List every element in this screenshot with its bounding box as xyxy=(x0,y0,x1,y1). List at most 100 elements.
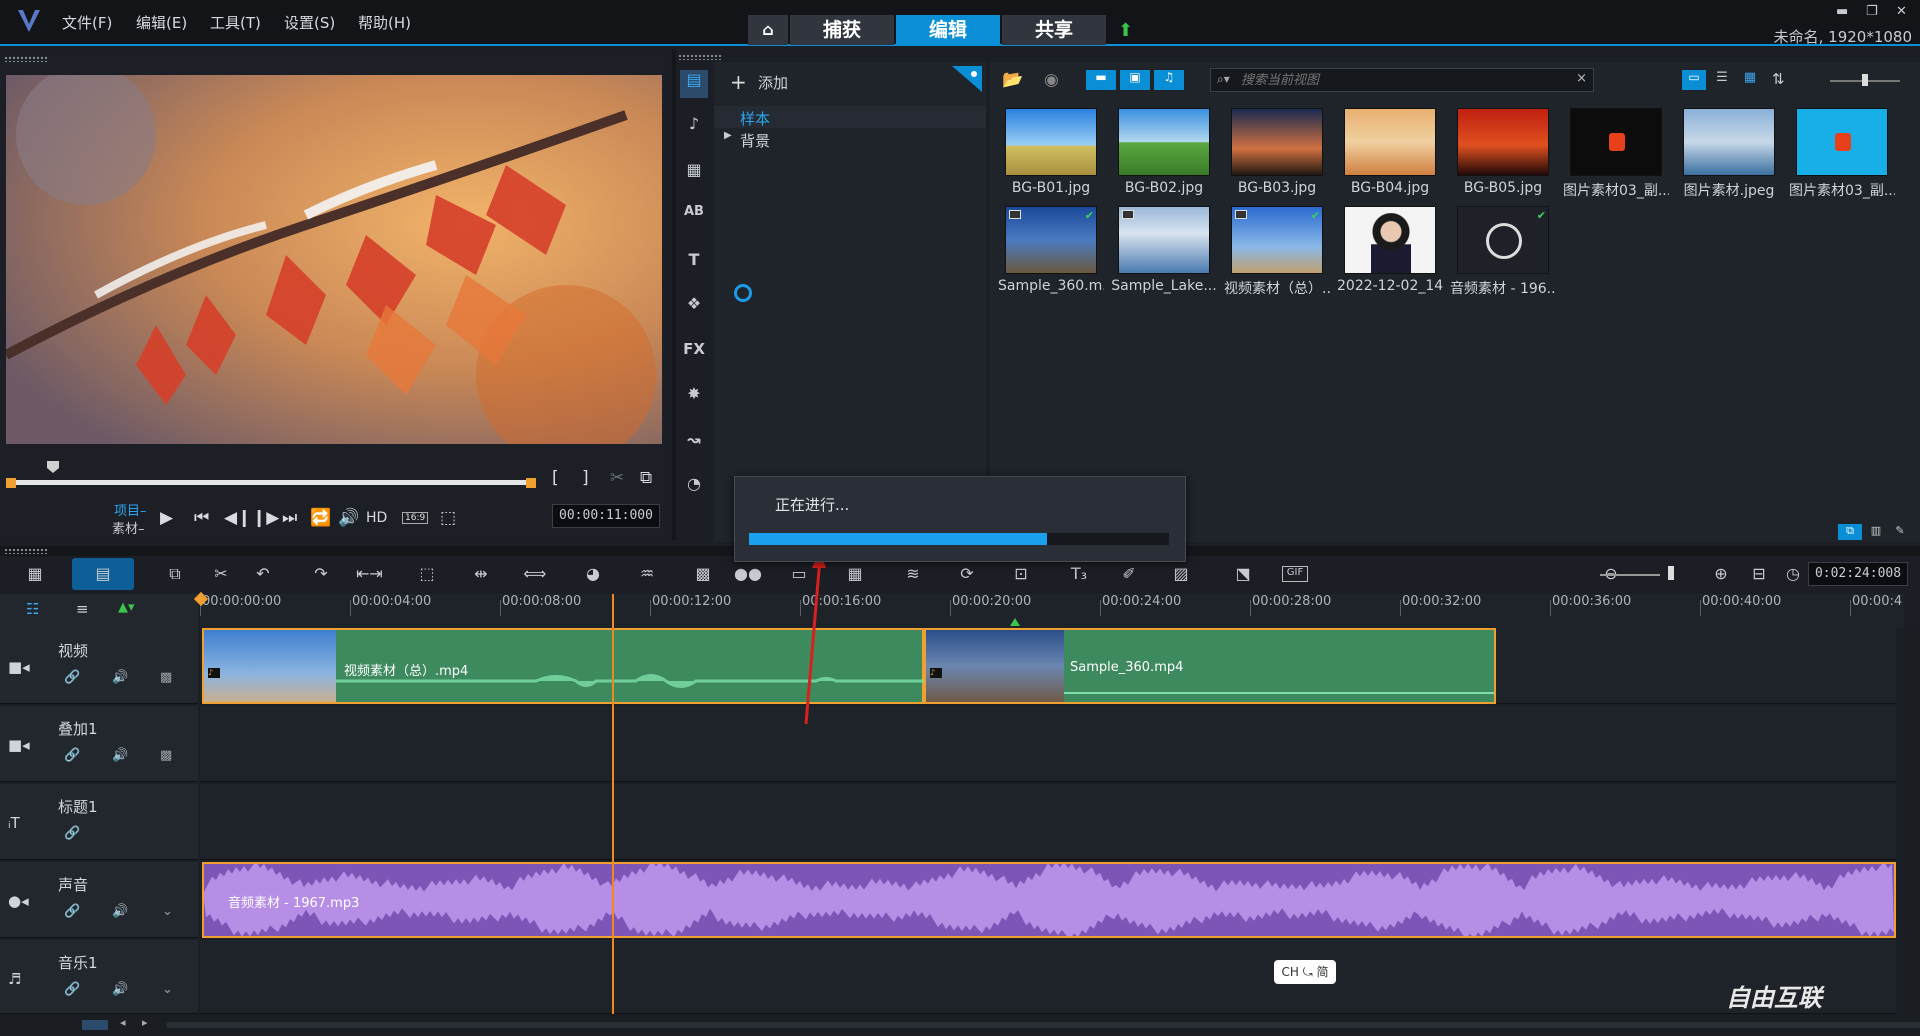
library-thumbnail[interactable]: ✔ 音频素材 - 196... xyxy=(1450,202,1556,297)
instant-project-icon[interactable]: ♪ xyxy=(680,114,708,142)
menu-help[interactable]: 帮助(H) xyxy=(358,12,411,33)
preview-scrubber[interactable] xyxy=(12,480,532,485)
restore-icon[interactable]: ❐ xyxy=(1866,4,1878,19)
volume-icon[interactable]: 🔊 xyxy=(338,508,359,528)
filter-photo-icon[interactable]: ▣ xyxy=(1120,70,1150,90)
transition-icon[interactable]: ▦ xyxy=(680,160,708,188)
track-volume-icon[interactable]: 🔊 xyxy=(112,670,128,685)
menu-file[interactable]: 文件(F) xyxy=(62,12,112,33)
storyboard-view-icon[interactable]: ▦ xyxy=(22,564,48,586)
audio-clip[interactable]: 音频素材 - 1967.mp3 xyxy=(202,862,1896,938)
skip-end-icon[interactable]: ⏭ xyxy=(282,508,297,528)
track-volume-icon[interactable]: 🔊 xyxy=(112,904,128,919)
path-icon[interactable]: ↝ xyxy=(680,430,708,458)
motion-icon[interactable]: ≋ xyxy=(900,564,926,586)
tree-item-background[interactable]: 背景 xyxy=(740,130,770,151)
timeline-ruler[interactable] xyxy=(200,594,1904,628)
library-split-icon[interactable]: ▥ xyxy=(1866,524,1886,540)
add-folder-button[interactable]: 添加 xyxy=(758,72,788,93)
library-thumbnail[interactable]: ✔ 视频素材（总）... xyxy=(1224,202,1330,297)
library-thumbnail[interactable]: 2022-12-02_14... xyxy=(1337,202,1443,296)
fit-timeline-icon[interactable]: ⇤⇥ xyxy=(356,564,383,586)
library-thumbnail[interactable]: ✔ Sample_360.m... xyxy=(998,202,1104,296)
speed-icon[interactable]: ◔ xyxy=(680,474,708,502)
library-options-icon[interactable]: ✎ xyxy=(1890,524,1910,540)
library-thumbnail[interactable]: BG-B01.jpg xyxy=(998,104,1104,198)
zoom-in-icon[interactable]: ⊕ xyxy=(1708,564,1734,586)
minimize-icon[interactable]: ▬ xyxy=(1836,4,1848,19)
video-clip-2[interactable]: ♪ Sample_360.mp4 xyxy=(924,628,1496,704)
timeline-scrollbar[interactable] xyxy=(166,1022,1920,1028)
link-icon[interactable]: 🔗 xyxy=(64,826,80,841)
library-thumbnail[interactable]: 图片素材.jpeg xyxy=(1676,104,1782,199)
tab-edit[interactable]: 编辑 xyxy=(896,15,1000,45)
panel-divider[interactable] xyxy=(672,50,676,540)
audio-mix-icon[interactable]: ♒ xyxy=(634,564,660,586)
title-icon[interactable]: T xyxy=(680,250,708,278)
close-icon[interactable]: ✕ xyxy=(1896,4,1907,19)
trim-start-marker[interactable] xyxy=(6,478,16,488)
add-icon[interactable]: + xyxy=(730,70,747,94)
view-thumbnail-large-icon[interactable]: ▭ xyxy=(1682,70,1706,90)
library-grip[interactable] xyxy=(678,54,722,60)
mode-project[interactable]: 项目– xyxy=(114,500,147,519)
mask-icon[interactable]: ●● xyxy=(734,564,762,586)
track-volume-icon[interactable]: 🔊 xyxy=(112,748,128,763)
track-visibility-icon[interactable]: ▩ xyxy=(160,670,172,685)
prev-frame-icon[interactable]: ◀❙ xyxy=(224,508,251,528)
title-ab-icon[interactable]: AB xyxy=(680,204,708,232)
pin-icon[interactable] xyxy=(952,66,982,92)
library-thumbnail[interactable]: Sample_Lake... xyxy=(1111,202,1217,296)
auto-music-icon[interactable]: ⬔ xyxy=(1230,564,1256,586)
graphic-icon[interactable]: ❖ xyxy=(680,294,708,322)
motion-track-icon[interactable]: ▩ xyxy=(690,564,716,586)
fit-project-icon[interactable]: ⊟ xyxy=(1746,564,1772,586)
link-icon[interactable]: 🔗 xyxy=(64,982,80,997)
capture-frame-icon[interactable]: ⊡ xyxy=(1008,564,1034,586)
media-icon[interactable]: ▤ xyxy=(680,70,708,98)
library-thumbnail[interactable]: 图片素材03_副... xyxy=(1789,104,1895,199)
resize-icon[interactable]: ⟺ xyxy=(522,564,548,586)
sort-icon[interactable]: ⇅ xyxy=(1772,70,1785,88)
playhead[interactable] xyxy=(612,594,614,1014)
tree-expand-icon[interactable]: ▶ xyxy=(724,130,732,141)
search-input[interactable] xyxy=(1239,70,1559,90)
paint-icon[interactable]: ✐ xyxy=(1116,564,1142,586)
library-view-icon[interactable]: ⧉ xyxy=(1838,524,1862,540)
ripple-edit-icon[interactable]: ▲▾ xyxy=(118,600,135,615)
clock-icon[interactable]: ◷ xyxy=(1780,564,1806,586)
filter-video-icon[interactable]: ▬ xyxy=(1086,70,1116,90)
skip-start-icon[interactable]: ⏮ xyxy=(194,508,209,528)
view-list-icon[interactable]: ☰ xyxy=(1710,70,1734,90)
menu-tools[interactable]: 工具(T) xyxy=(210,12,261,33)
track-manager-icon[interactable]: ☷ xyxy=(26,600,39,618)
link-icon[interactable]: 🔗 xyxy=(64,904,80,919)
subtitle-icon[interactable]: ▨ xyxy=(1168,564,1194,586)
fit-project-icon[interactable] xyxy=(82,1020,108,1030)
mark-out-icon[interactable]: ] xyxy=(582,468,589,488)
preview-window-icon[interactable]: ⧉ xyxy=(640,468,652,488)
library-thumbnail[interactable]: BG-B05.jpg xyxy=(1450,104,1556,198)
scroll-right-icon[interactable]: ▸ xyxy=(142,1016,148,1029)
hd-toggle[interactable]: HD xyxy=(366,510,387,526)
timeline-grip[interactable] xyxy=(4,548,48,554)
fx-icon[interactable]: FX xyxy=(680,340,708,368)
tab-share[interactable]: 共享 xyxy=(1002,15,1106,45)
track-music[interactable] xyxy=(200,940,1896,1014)
scrubber-handle-icon[interactable] xyxy=(46,460,60,474)
timeline-view-icon[interactable]: ▤ xyxy=(90,564,116,586)
next-frame-icon[interactable]: ❙▶ xyxy=(252,508,279,528)
loop-icon[interactable]: ⟳ xyxy=(954,564,980,586)
add-track-icon[interactable]: ≡ xyxy=(76,600,89,618)
chevron-down-icon[interactable]: ⌄ xyxy=(162,982,173,997)
link-icon[interactable]: 🔗 xyxy=(64,748,80,763)
copy-attributes-icon[interactable]: ⧉ xyxy=(162,564,188,586)
redo-icon[interactable]: ↷ xyxy=(308,564,334,586)
mode-clip[interactable]: 素材– xyxy=(112,518,145,537)
library-thumbnail[interactable]: BG-B03.jpg xyxy=(1224,104,1330,198)
import-folder-icon[interactable]: 📂 xyxy=(1002,70,1023,90)
upload-icon[interactable]: ⬆ xyxy=(1118,20,1133,41)
view-grid-icon[interactable]: ▦ xyxy=(1738,70,1762,90)
track-visibility-icon[interactable]: ▩ xyxy=(160,748,172,763)
scroll-left-icon[interactable]: ◂ xyxy=(120,1016,126,1029)
